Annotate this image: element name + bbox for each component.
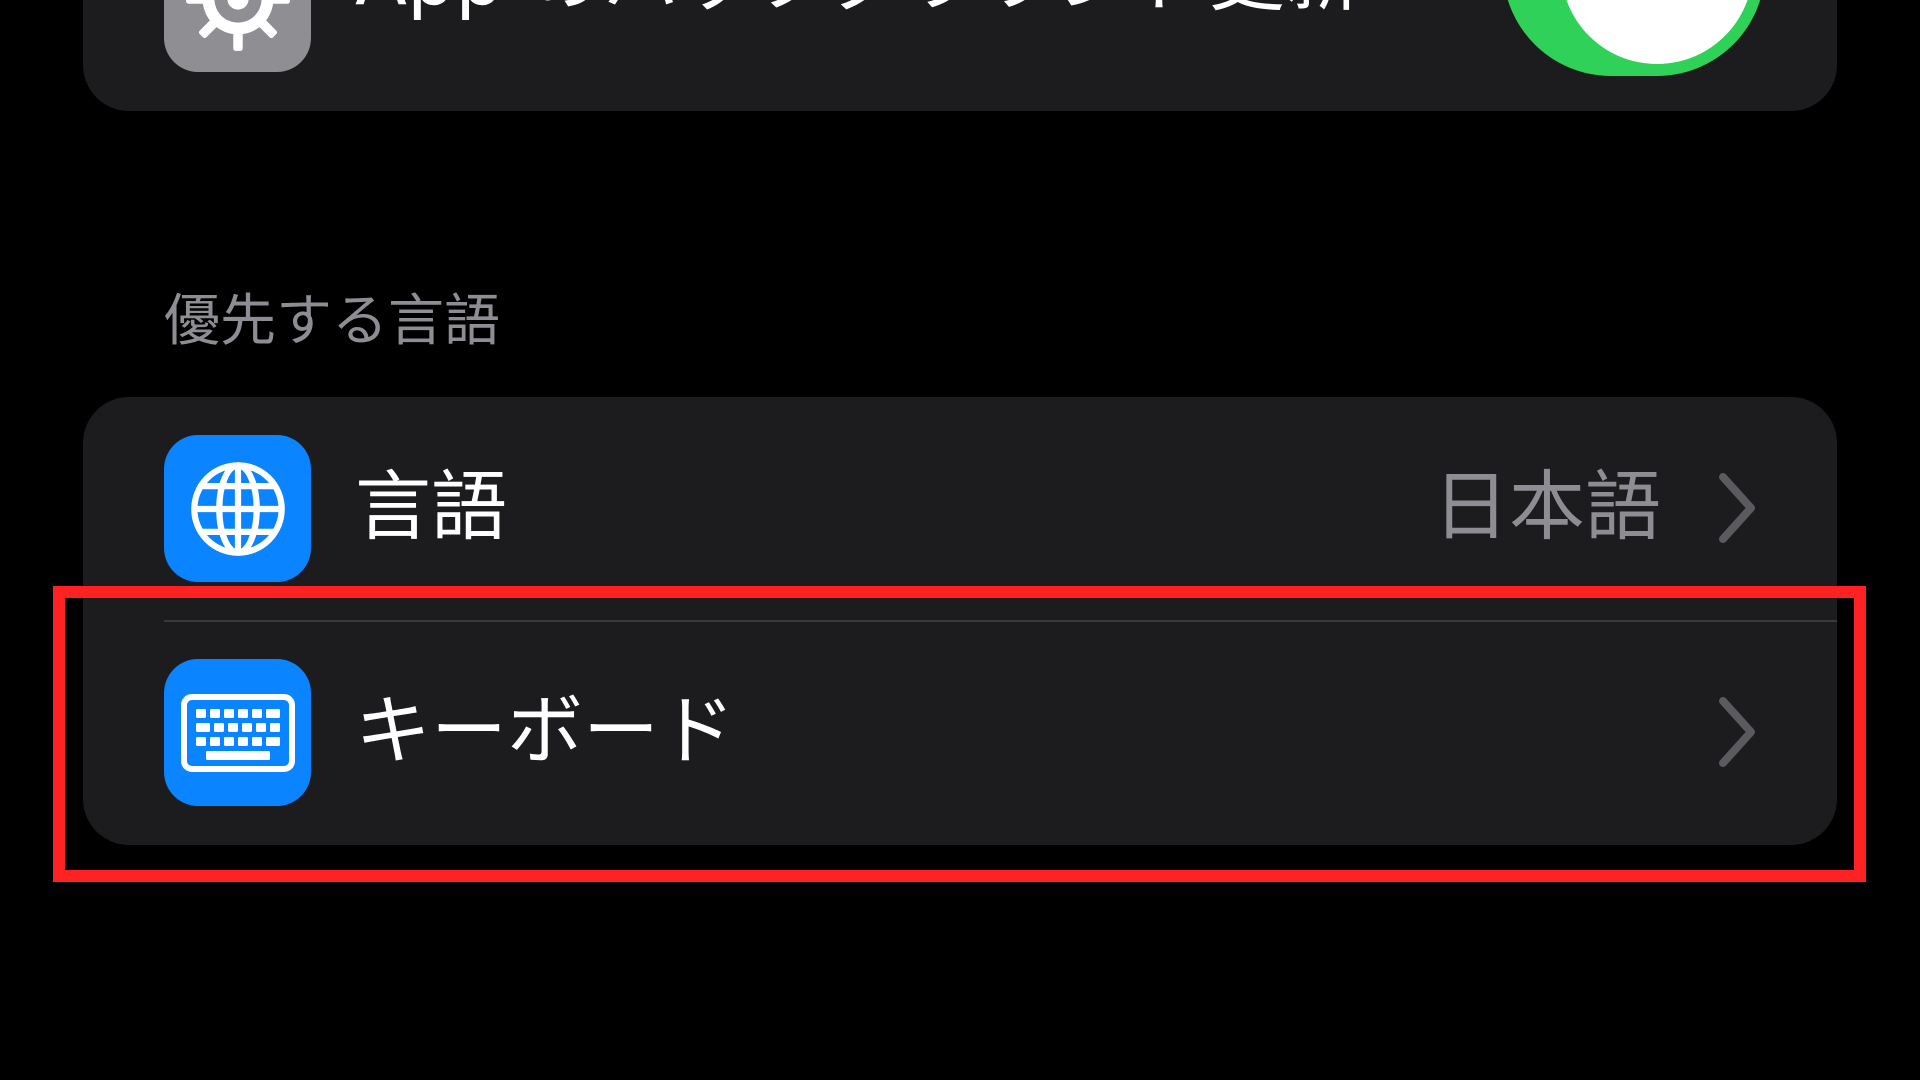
background-app-refresh-row[interactable]: App のバックグラウンド更新 (83, 0, 1837, 111)
background-app-refresh-toggle[interactable] (1503, 0, 1765, 76)
language-label: 言語 (355, 462, 507, 551)
gear-icon (164, 0, 311, 72)
settings-group-app-refresh: App のバックグラウンド更新 (83, 0, 1837, 111)
keyboard-icon (164, 659, 311, 806)
chevron-right-icon (1719, 473, 1755, 543)
globe-icon (164, 435, 311, 582)
settings-screen: App のバックグラウンド更新 優先する言語 言語 日本語 (0, 0, 1920, 1080)
settings-group-language: 言語 日本語 キーボード (83, 397, 1837, 845)
keyboard-label: キーボード (355, 686, 735, 775)
chevron-right-icon (1719, 697, 1755, 767)
background-app-refresh-label: App のバックグラウンド更新 (355, 0, 1361, 16)
language-value: 日本語 (1433, 462, 1661, 551)
keyboard-row[interactable]: キーボード (83, 621, 1837, 845)
toggle-knob (1561, 0, 1753, 64)
language-row[interactable]: 言語 日本語 (83, 397, 1837, 622)
section-header-preferred-language: 優先する言語 (164, 289, 500, 354)
